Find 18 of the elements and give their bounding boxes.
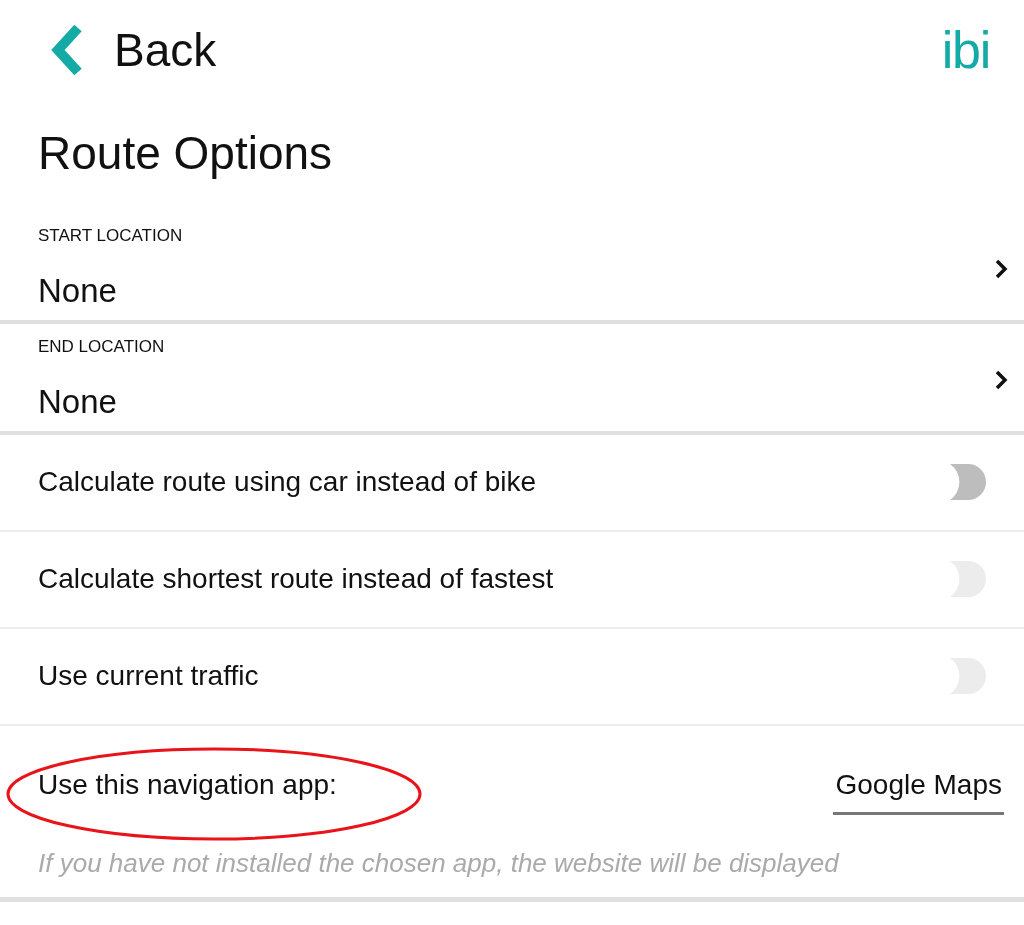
location-row[interactable]: END LOCATION None [0,323,1024,435]
back-button[interactable]: Back [50,15,217,85]
hint-text: If you have not installed the chosen app, the website will be displayed [0,843,1024,902]
location-label: START LOCATION [38,224,183,247]
toggle-label: Calculate shortest route instead of fastest [38,562,554,596]
logo: ibi [941,20,990,81]
location-value: None [38,382,118,422]
navigation-app-dropdown[interactable]: Google Maps [833,764,1004,815]
location-row[interactable]: START LOCATION None [0,212,1024,324]
navigation-app-label: Use this navigation app: [38,767,337,802]
chevron-right-icon [994,369,1008,391]
location-label: END LOCATION [38,335,165,358]
toggle-label: Calculate route using car instead of bike [38,465,537,499]
toggle-switch[interactable] [948,464,986,500]
toggle-label: Use current traffic [38,659,259,693]
page-title: Route Options [37,126,334,181]
location-value: None [38,271,118,311]
chevron-right-icon [994,258,1008,280]
